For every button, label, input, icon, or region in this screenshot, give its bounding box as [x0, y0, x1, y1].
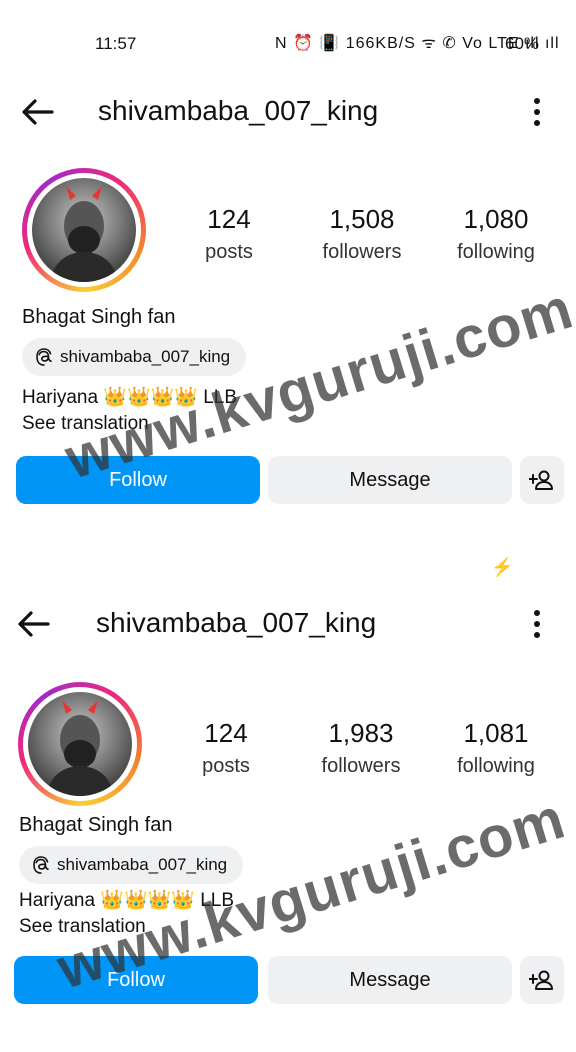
- posts-label: posts: [202, 755, 250, 777]
- profile-header: shivambaba_007_king: [0, 80, 576, 144]
- threads-handle: shivambaba_007_king: [57, 855, 228, 874]
- followers-count: 1,508: [329, 204, 395, 234]
- bolt-icon: ⚡: [491, 557, 514, 577]
- more-options-icon[interactable]: [522, 92, 552, 132]
- follow-button[interactable]: Follow: [16, 456, 260, 504]
- profile-username: shivambaba_007_king: [98, 95, 379, 126]
- add-person-icon: [529, 470, 553, 490]
- posts-stat[interactable]: 124 posts: [164, 204, 294, 264]
- threads-handle: shivambaba_007_king: [60, 347, 231, 366]
- bio-name: Bhagat Singh fan: [22, 306, 176, 328]
- followers-stat[interactable]: 1,983 followers: [296, 718, 426, 778]
- profile-username: shivambaba_007_king: [96, 607, 377, 638]
- posts-label: posts: [205, 241, 253, 263]
- profile-screenshot-2: shivambaba_007_king 124 posts 1,983 foll…: [0, 592, 576, 1052]
- status-bar: 11:57 N ⏰ 📳 166KB/S ᯤ ✆ Vo LTE ıll ıll 6…: [0, 0, 576, 88]
- see-translation-link[interactable]: See translation: [19, 916, 146, 938]
- suggested-users-button[interactable]: [520, 956, 564, 1004]
- message-button[interactable]: Message: [268, 956, 512, 1004]
- profile-screenshot-1: shivambaba_007_king 124 posts 1,508 foll…: [0, 80, 576, 540]
- following-label: following: [457, 241, 535, 263]
- threads-badge[interactable]: shivambaba_007_king: [22, 338, 247, 376]
- following-count: 1,080: [463, 204, 529, 234]
- followers-count: 1,983: [328, 718, 394, 748]
- message-button[interactable]: Message: [268, 456, 512, 504]
- threads-icon: [36, 348, 52, 366]
- followers-stat[interactable]: 1,508 followers: [297, 204, 427, 264]
- following-stat[interactable]: 1,080 following: [431, 204, 561, 264]
- threads-badge[interactable]: shivambaba_007_king: [19, 846, 244, 884]
- avatar[interactable]: [18, 682, 142, 806]
- profile-photo: [28, 692, 132, 796]
- following-label: following: [457, 755, 535, 777]
- back-arrow-icon[interactable]: [14, 604, 54, 644]
- bio-location: Hariyana 👑👑👑👑 LLB: [19, 890, 235, 911]
- followers-label: followers: [321, 755, 401, 777]
- profile-photo: [32, 178, 136, 282]
- see-translation-link[interactable]: See translation: [22, 413, 149, 435]
- back-arrow-icon[interactable]: [18, 92, 58, 132]
- bio-location: Hariyana 👑👑👑👑 LLB: [22, 387, 238, 408]
- posts-stat[interactable]: 124 posts: [161, 718, 291, 778]
- avatar[interactable]: [22, 168, 146, 292]
- follow-button[interactable]: Follow: [14, 956, 258, 1004]
- bio-name: Bhagat Singh fan: [19, 814, 173, 836]
- battery-level: 60%: [505, 34, 540, 53]
- posts-count: 124: [207, 204, 251, 234]
- add-person-icon: [529, 970, 553, 990]
- following-count: 1,081: [463, 718, 529, 748]
- followers-label: followers: [322, 241, 402, 263]
- profile-header: shivambaba_007_king: [0, 592, 576, 656]
- threads-icon: [33, 856, 49, 874]
- status-time: 11:57: [95, 34, 137, 53]
- suggested-users-button[interactable]: [520, 456, 564, 504]
- following-stat[interactable]: 1,081 following: [431, 718, 561, 778]
- more-options-icon[interactable]: [522, 604, 552, 644]
- posts-count: 124: [204, 718, 248, 748]
